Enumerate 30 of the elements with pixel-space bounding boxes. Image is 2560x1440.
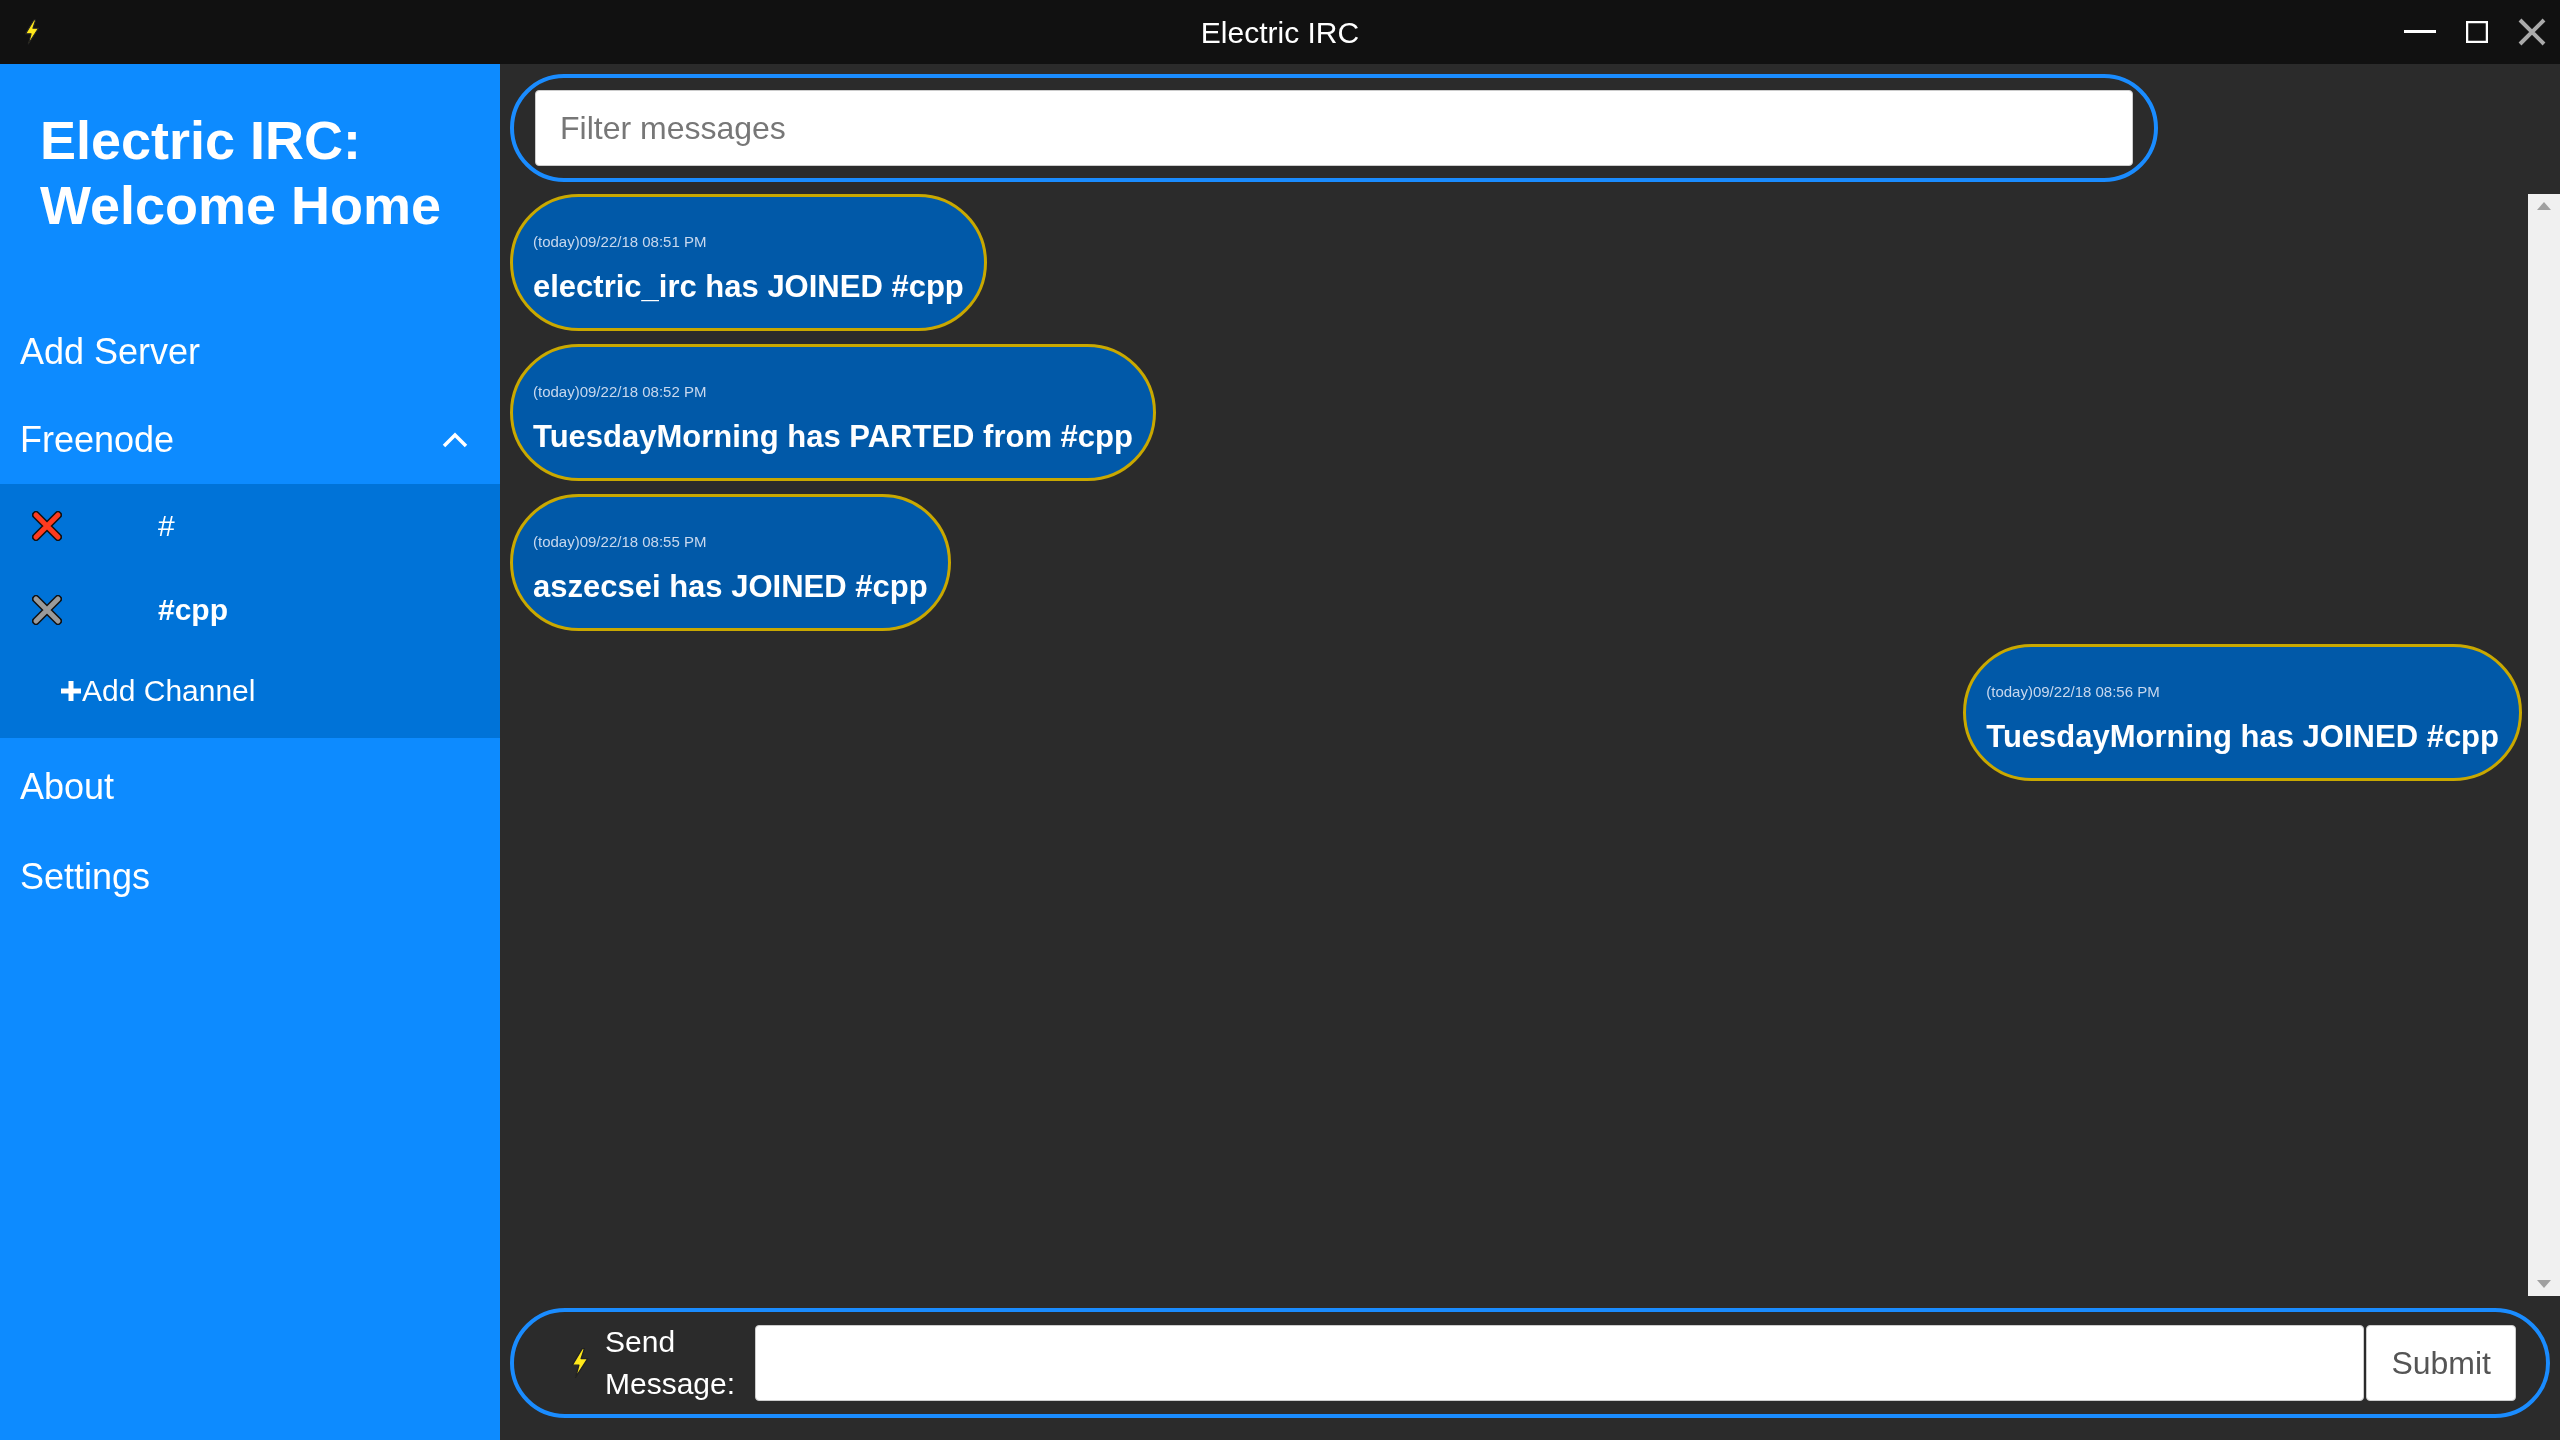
add-server-link[interactable]: Add Server — [0, 307, 500, 396]
add-channel-link[interactable]: Add Channel — [82, 668, 256, 714]
filter-field[interactable]: Filter messages — [535, 90, 2133, 166]
maximize-icon[interactable] — [2466, 21, 2488, 43]
message-field[interactable] — [755, 1325, 2365, 1401]
submit-button[interactable]: Submit — [2366, 1325, 2516, 1401]
close-icon[interactable] — [32, 594, 62, 625]
channel-item[interactable]: # — [158, 503, 175, 549]
message-timestamp: (today)09/22/18 08:51 PM — [533, 232, 708, 252]
message-text: TuesdayMorning has PARTED from #cpp — [533, 417, 1133, 456]
message-timestamp: (today)09/22/18 08:55 PM — [533, 532, 708, 552]
lightning-icon — [569, 1347, 591, 1379]
message-timestamp: (today)09/22/18 08:56 PM — [1986, 682, 2161, 702]
sidebar-heading: Electric IRC: Welcome Home — [39, 109, 443, 237]
send-message-label: Send Message: — [605, 1324, 735, 1402]
channel-item[interactable]: #cpp — [158, 587, 229, 633]
message-text: TuesdayMorning has JOINED #cpp — [1986, 717, 2499, 756]
chevron-up-icon[interactable] — [442, 431, 468, 448]
minimize-icon[interactable] — [2404, 30, 2436, 34]
plus-icon[interactable] — [60, 679, 82, 702]
server-item[interactable]: Freenode — [0, 395, 500, 484]
window-title: Electric IRC — [1200, 14, 1360, 51]
close-icon[interactable] — [2518, 18, 2546, 46]
message-text: aszecsei has JOINED #cpp — [533, 567, 928, 606]
close-icon[interactable] — [32, 510, 62, 541]
sidebar-item[interactable]: Settings — [0, 831, 500, 922]
app-logo-icon — [22, 19, 42, 45]
message-text: electric_irc has JOINED #cpp — [533, 267, 964, 306]
sidebar-item[interactable]: About — [0, 741, 500, 832]
message-timestamp: (today)09/22/18 08:52 PM — [533, 382, 708, 402]
